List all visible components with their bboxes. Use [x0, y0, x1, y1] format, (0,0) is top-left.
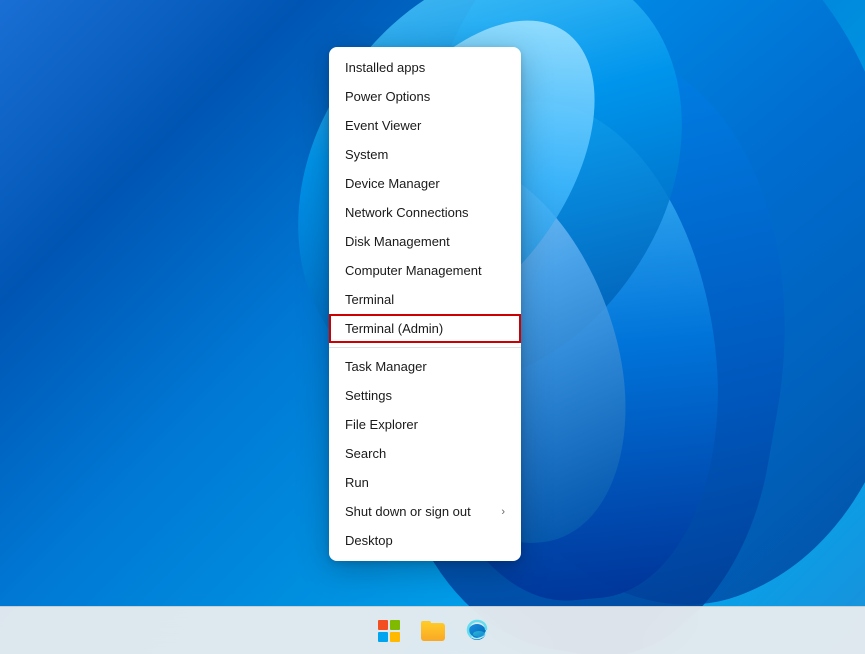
menu-separator	[329, 347, 521, 348]
edge-icon	[465, 619, 489, 643]
menu-item-label: Search	[345, 446, 386, 461]
menu-item-label: Shut down or sign out	[345, 504, 471, 519]
menu-item-network-connections[interactable]: Network Connections	[329, 198, 521, 227]
submenu-arrow-icon: ›	[501, 506, 505, 518]
menu-item-label: Desktop	[345, 533, 393, 548]
menu-item-computer-management[interactable]: Computer Management	[329, 256, 521, 285]
edge-button[interactable]	[457, 611, 497, 651]
start-button[interactable]	[369, 611, 409, 651]
menu-item-search[interactable]: Search	[329, 439, 521, 468]
context-menu: Installed apps Power Options Event Viewer S…	[329, 47, 521, 561]
menu-item-run[interactable]: Run	[329, 468, 521, 497]
menu-item-label: Power Options	[345, 89, 430, 104]
menu-item-settings[interactable]: Settings	[329, 381, 521, 410]
menu-item-label: System	[345, 147, 388, 162]
menu-item-terminal[interactable]: Terminal	[329, 285, 521, 314]
menu-item-label: Run	[345, 475, 369, 490]
menu-item-label: Device Manager	[345, 176, 440, 191]
menu-item-label: Event Viewer	[345, 118, 421, 133]
menu-item-label: Installed apps	[345, 60, 425, 75]
menu-item-power-options[interactable]: Power Options	[329, 82, 521, 111]
menu-item-label: Settings	[345, 388, 392, 403]
windows-logo-icon	[378, 620, 400, 642]
menu-item-label: Computer Management	[345, 263, 482, 278]
folder-icon	[421, 621, 445, 641]
menu-item-label: Disk Management	[345, 234, 450, 249]
menu-item-shutdown-sign-out[interactable]: Shut down or sign out ›	[329, 497, 521, 526]
menu-item-label: Terminal (Admin)	[345, 321, 443, 336]
menu-item-terminal-admin[interactable]: Terminal (Admin)	[329, 314, 521, 343]
menu-item-desktop[interactable]: Desktop	[329, 526, 521, 555]
menu-item-system[interactable]: System	[329, 140, 521, 169]
menu-item-label: Terminal	[345, 292, 394, 307]
menu-item-task-manager[interactable]: Task Manager	[329, 352, 521, 381]
menu-item-label: Task Manager	[345, 359, 427, 374]
menu-item-label: File Explorer	[345, 417, 418, 432]
taskbar	[0, 606, 865, 654]
menu-item-file-explorer[interactable]: File Explorer	[329, 410, 521, 439]
menu-item-installed-apps[interactable]: Installed apps	[329, 53, 521, 82]
file-explorer-button[interactable]	[413, 611, 453, 651]
menu-item-event-viewer[interactable]: Event Viewer	[329, 111, 521, 140]
menu-item-disk-management[interactable]: Disk Management	[329, 227, 521, 256]
menu-item-label: Network Connections	[345, 205, 469, 220]
menu-item-device-manager[interactable]: Device Manager	[329, 169, 521, 198]
